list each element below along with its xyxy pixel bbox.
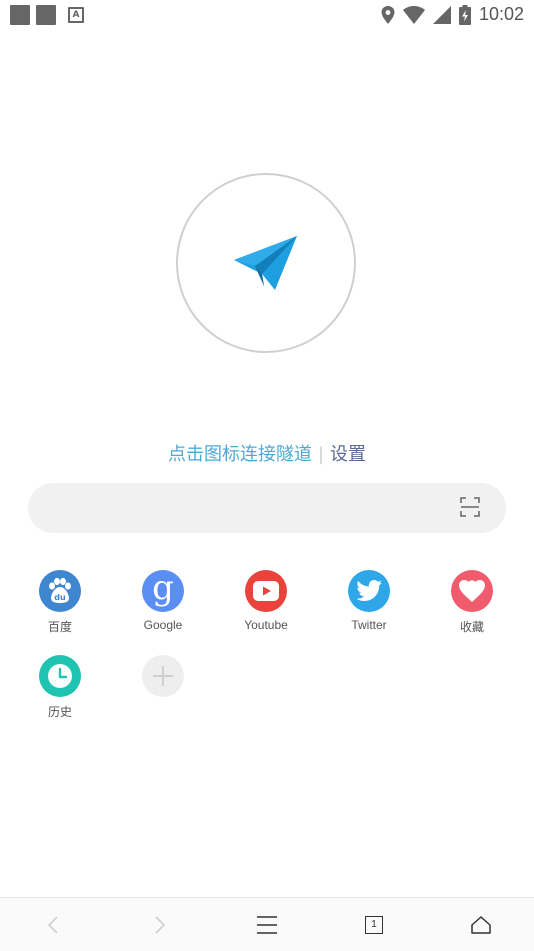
settings-link[interactable]: 设置 bbox=[330, 444, 366, 465]
shortcut-label: Twitter bbox=[351, 618, 387, 632]
app-square-icon bbox=[36, 5, 56, 25]
prompt-separator: | bbox=[317, 444, 325, 465]
paper-plane-icon bbox=[234, 236, 297, 290]
home-icon bbox=[471, 915, 491, 934]
shortcut-label: 收藏 bbox=[459, 620, 484, 634]
search-input[interactable] bbox=[28, 483, 506, 533]
shortcut-google[interactable]: g Google bbox=[123, 570, 203, 632]
bottom-nav: 1 bbox=[0, 897, 534, 951]
tabs-icon: 1 bbox=[365, 915, 383, 934]
add-shortcut-button[interactable] bbox=[123, 655, 203, 697]
youtube-icon bbox=[245, 570, 287, 612]
status-bar: A 10:02 bbox=[0, 0, 534, 30]
shortcut-baidu[interactable]: du 百度 bbox=[20, 570, 100, 635]
menu-icon bbox=[257, 915, 277, 934]
google-icon: g bbox=[142, 570, 184, 612]
shortcut-twitter[interactable]: Twitter bbox=[329, 570, 409, 632]
clock-icon bbox=[39, 655, 81, 697]
forward-icon bbox=[155, 915, 166, 934]
connect-tunnel-link[interactable]: 点击图标连接隧道 bbox=[168, 444, 312, 465]
battery-charging-icon bbox=[458, 4, 471, 25]
heart-icon bbox=[451, 570, 493, 612]
scan-icon[interactable] bbox=[460, 497, 480, 517]
tab-count: 1 bbox=[371, 919, 377, 930]
back-button[interactable] bbox=[23, 898, 83, 951]
tabs-button[interactable]: 1 bbox=[344, 898, 404, 951]
tunnel-prompt: 点击图标连接隧道 | 设置 bbox=[0, 440, 534, 466]
app-square-icon bbox=[10, 5, 30, 25]
add-icon bbox=[142, 655, 184, 697]
shortcut-label: Google bbox=[143, 618, 183, 632]
signal-icon bbox=[432, 5, 451, 24]
shortcut-label: Youtube bbox=[244, 618, 288, 632]
location-icon bbox=[381, 5, 395, 24]
shortcut-label: 百度 bbox=[47, 620, 72, 634]
back-icon bbox=[47, 915, 58, 934]
menu-button[interactable] bbox=[237, 898, 297, 951]
shortcut-label: 历史 bbox=[47, 705, 72, 719]
shortcut-favorites[interactable]: 收藏 bbox=[432, 570, 512, 635]
home-button[interactable] bbox=[451, 898, 511, 951]
shortcut-youtube[interactable]: Youtube bbox=[226, 570, 306, 632]
shortcut-history[interactable]: 历史 bbox=[20, 655, 100, 720]
connect-button[interactable] bbox=[176, 173, 356, 353]
baidu-icon: du bbox=[39, 570, 81, 612]
a-font-icon: A bbox=[68, 7, 84, 23]
svg-text:du: du bbox=[54, 593, 66, 602]
twitter-icon bbox=[348, 570, 390, 612]
wifi-icon bbox=[402, 5, 425, 24]
status-time: 10:02 bbox=[478, 4, 524, 24]
forward-button[interactable] bbox=[130, 898, 190, 951]
